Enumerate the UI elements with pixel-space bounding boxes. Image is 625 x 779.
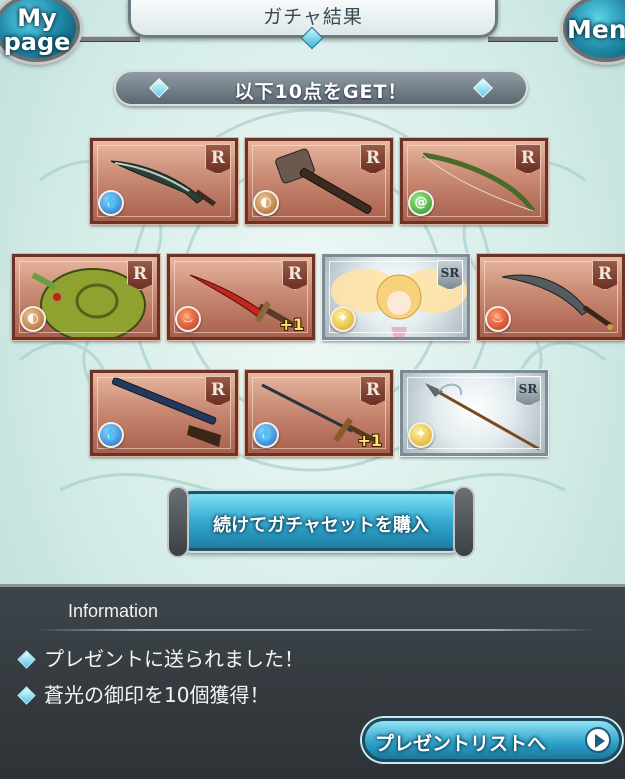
top-rail-left	[70, 36, 140, 42]
continue-gacha-button[interactable]: 続けてガチャセットを購入	[167, 486, 475, 558]
bonus-label: +1	[357, 431, 382, 450]
item-card[interactable]: SR ✦	[321, 253, 471, 341]
water-drop-icon: 💧	[98, 422, 124, 448]
menu-label: Menu	[567, 15, 625, 44]
water-drop-icon: 💧	[98, 190, 124, 216]
rarity-badge: SR	[437, 260, 463, 290]
mypage-button[interactable]: My page	[0, 0, 80, 62]
rarity-badge: R	[205, 376, 231, 406]
item-card[interactable]: R ♨	[476, 253, 625, 341]
rarity-badge: R	[360, 144, 386, 174]
item-card[interactable]: R 💧	[89, 137, 239, 225]
water-drop-icon: 💧	[253, 422, 279, 448]
item-card[interactable]: R ◐	[11, 253, 161, 341]
item-card[interactable]: R 💧 +1	[244, 369, 394, 457]
get-banner: 以下10点をGET！	[114, 70, 528, 106]
arrow-right-icon	[585, 727, 611, 753]
diamond-bullet-icon	[17, 650, 36, 669]
diamond-bullet-icon	[17, 686, 36, 705]
present-list-label: プレゼントリストへ	[375, 733, 547, 755]
present-list-button[interactable]: プレゼントリストへ	[362, 718, 622, 762]
information-line: 蒼光の御印を10個獲得！	[44, 683, 270, 707]
fire-icon: ♨	[485, 306, 511, 332]
information-title: Information	[68, 601, 159, 621]
rarity-badge: R	[360, 376, 386, 406]
rarity-badge: R	[515, 144, 541, 174]
top-rail-right	[488, 36, 558, 42]
item-card[interactable]: R ◐	[244, 137, 394, 225]
earth-icon: ◐	[20, 306, 46, 332]
item-card[interactable]: R @	[399, 137, 549, 225]
rarity-badge: R	[127, 260, 153, 290]
item-card[interactable]: SR ✦	[399, 369, 549, 457]
information-divider	[34, 629, 598, 631]
mypage-label-line1: My	[17, 4, 57, 32]
page-title: ガチャ結果	[263, 6, 363, 28]
get-banner-text: 以下10点をGET！	[234, 81, 408, 103]
continue-gacha-label: 続けてガチャセットを購入	[213, 515, 429, 536]
light-star-icon: ✦	[330, 306, 356, 332]
light-star-icon: ✦	[408, 422, 434, 448]
information-line: プレゼントに送られました！	[44, 647, 304, 671]
top-bar: ガチャ結果 My page Menu	[0, 0, 625, 62]
bonus-label: +1	[279, 315, 304, 334]
item-card[interactable]: R 💧	[89, 369, 239, 457]
fire-icon: ♨	[175, 306, 201, 332]
rarity-badge: SR	[515, 376, 541, 406]
item-card[interactable]: R ♨ +1	[166, 253, 316, 341]
menu-button[interactable]: Menu	[563, 0, 625, 62]
earth-icon: ◐	[253, 190, 279, 216]
mypage-label-line2: page	[3, 28, 71, 56]
rarity-badge: R	[592, 260, 618, 290]
rarity-badge: R	[205, 144, 231, 174]
rarity-badge: R	[282, 260, 308, 290]
wind-swirl-icon: @	[408, 190, 434, 216]
